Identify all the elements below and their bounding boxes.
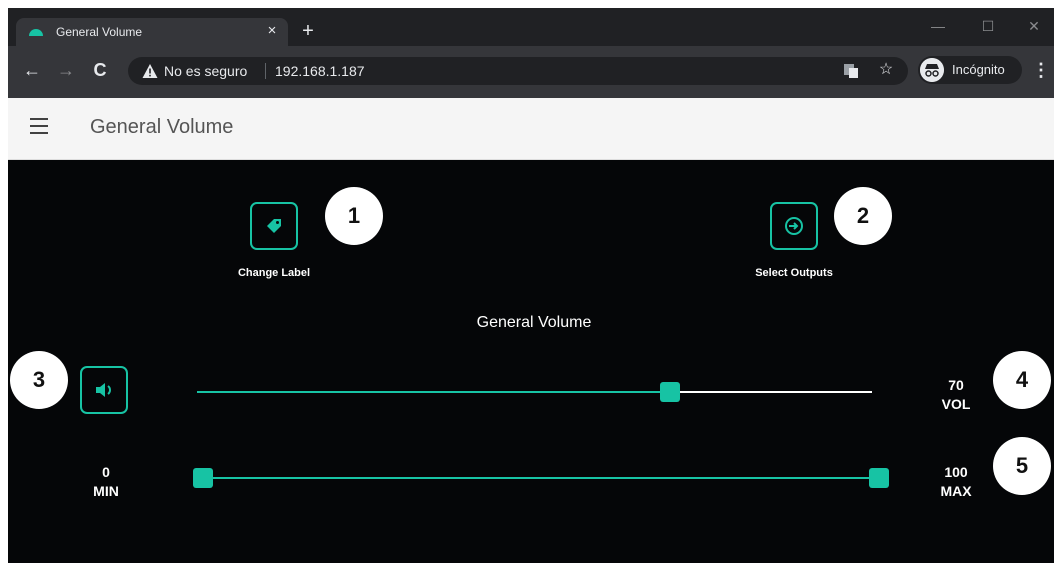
tab-title: General Volume [56, 25, 143, 39]
new-tab-button[interactable]: + [298, 21, 318, 42]
maximize-button[interactable]: ☐ [976, 14, 1000, 38]
change-label-caption: Change Label [237, 267, 311, 279]
browser-menu-icon[interactable]: ⋮ [1032, 58, 1050, 82]
max-label: MAX [940, 483, 972, 499]
sign-in-icon [785, 217, 803, 235]
volume-track-empty [669, 391, 872, 393]
incognito-label: Incógnito [952, 62, 1005, 77]
hamburger-menu-icon[interactable] [30, 118, 50, 138]
back-button[interactable]: ← [20, 58, 44, 82]
browser-tab[interactable]: General Volume × [16, 18, 288, 46]
incognito-indicator[interactable]: Incógnito [918, 56, 1022, 84]
max-value: 100 [944, 464, 968, 480]
callout-badge-1: 1 [325, 187, 383, 245]
volume-value-label: VOL [941, 396, 971, 412]
translate-icon[interactable] [843, 63, 859, 79]
callout-badge-2: 2 [834, 187, 892, 245]
max-readout: 100 MAX [926, 463, 986, 501]
warning-icon [142, 64, 158, 78]
page-title: General Volume [90, 116, 234, 138]
volume-slider-thumb[interactable] [659, 382, 680, 402]
tab-favicon-icon [29, 29, 43, 36]
select-outputs-button[interactable] [770, 202, 818, 250]
change-label-button[interactable] [250, 202, 298, 250]
volume-value: 70 [948, 377, 964, 393]
url-text[interactable]: 192.168.1.187 [275, 63, 365, 79]
tab-close-icon[interactable]: × [264, 22, 280, 40]
forward-button[interactable]: → [54, 58, 78, 82]
volume-section-title: General Volume [476, 314, 592, 331]
volume-track-filled [197, 391, 670, 393]
callout-badge-5: 5 [993, 437, 1051, 495]
callout-badge-4: 4 [993, 351, 1051, 409]
close-window-button[interactable]: ✕ [1022, 14, 1046, 38]
speaker-icon [96, 383, 111, 397]
volume-readout: 70 VOL [926, 376, 986, 414]
min-readout: 0 MIN [76, 463, 136, 501]
select-outputs-caption: Select Outputs [755, 267, 833, 279]
callout-badge-3: 3 [10, 351, 68, 409]
app-header: General Volume [8, 98, 1054, 160]
address-bar[interactable]: No es seguro 192.168.1.187 ☆ [128, 57, 908, 85]
minimize-button[interactable]: — [926, 14, 950, 38]
range-track [203, 477, 883, 479]
max-slider-thumb[interactable] [869, 468, 889, 488]
main-panel: Change Label Select Outputs General Volu… [8, 160, 1054, 563]
browser-window: General Volume × + — ☐ ✕ ← → C No es seg… [8, 8, 1054, 563]
mute-button[interactable] [80, 366, 128, 414]
tag-icon [267, 219, 281, 233]
security-status[interactable]: No es seguro [164, 63, 247, 79]
incognito-icon [920, 58, 944, 82]
address-separator [265, 63, 266, 79]
min-value: 0 [102, 464, 110, 480]
min-slider-thumb[interactable] [193, 468, 213, 488]
browser-toolbar: ← → C No es seguro 192.168.1.187 ☆ Incóg… [8, 46, 1054, 98]
reload-button[interactable]: C [88, 58, 112, 82]
bookmark-star-icon[interactable]: ☆ [876, 60, 896, 80]
tab-strip: General Volume × + — ☐ ✕ [8, 8, 1054, 46]
min-label: MIN [93, 483, 119, 499]
